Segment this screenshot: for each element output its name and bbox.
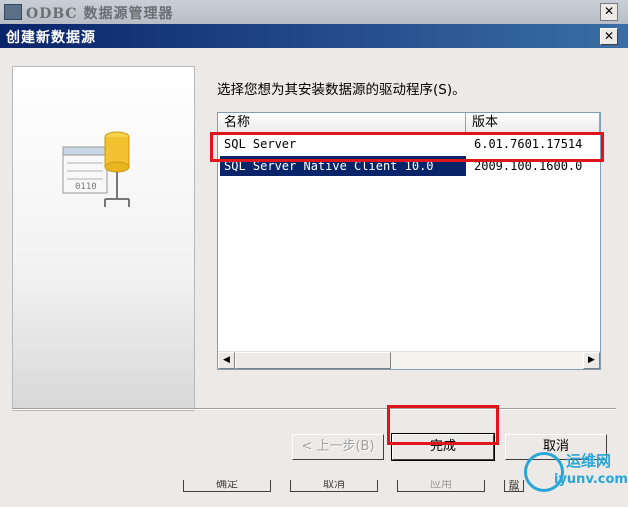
- driver-selection-instruction: 选择您想为其安装数据源的驱动程序(S)。: [217, 82, 466, 98]
- svg-text:0110: 0110: [75, 182, 97, 192]
- wizard-side-panel: 0110: [12, 66, 195, 411]
- button-separator: [12, 408, 616, 410]
- parent-window-titlebar: ODBC 数据源管理器 ✕: [0, 0, 628, 25]
- scrollbar-thumb[interactable]: [235, 352, 391, 369]
- dialog-titlebar[interactable]: 创建新数据源 ✕: [0, 24, 628, 48]
- driver-list-header: 名称 版本: [218, 113, 600, 134]
- odbc-app-icon: [4, 4, 22, 20]
- parent-ok-button[interactable]: 确定: [183, 480, 271, 492]
- finish-button-annotation: [387, 405, 499, 445]
- column-header-name[interactable]: 名称: [218, 113, 466, 133]
- horizontal-scrollbar[interactable]: ◀ ▶: [218, 351, 600, 369]
- close-icon[interactable]: ✕: [600, 28, 618, 45]
- watermark-text: 运维网: [566, 452, 612, 470]
- scroll-right-icon[interactable]: ▶: [583, 352, 600, 369]
- parent-cancel-button[interactable]: 取消: [290, 480, 378, 492]
- parent-apply-button[interactable]: 应用: [397, 480, 485, 492]
- parent-window-title: ODBC 数据源管理器: [26, 6, 174, 22]
- datasource-driver-icon: 0110: [62, 131, 130, 207]
- column-header-version[interactable]: 版本: [466, 113, 600, 133]
- dialog-title: 创建新数据源: [6, 30, 96, 46]
- create-new-datasource-dialog: 创建新数据源 ✕ 0110 选择您想为其安装数据源的驱动程序(S)。 名称 版本: [0, 24, 628, 507]
- site-watermark: 运维网 iyunv.com: [520, 438, 628, 502]
- back-button[interactable]: < 上一步(B): [292, 434, 384, 460]
- parent-close-icon[interactable]: ✕: [600, 3, 618, 21]
- watermark-url: iyunv.com: [554, 472, 628, 487]
- scroll-left-icon[interactable]: ◀: [218, 352, 235, 369]
- selected-driver-annotation: [210, 132, 604, 162]
